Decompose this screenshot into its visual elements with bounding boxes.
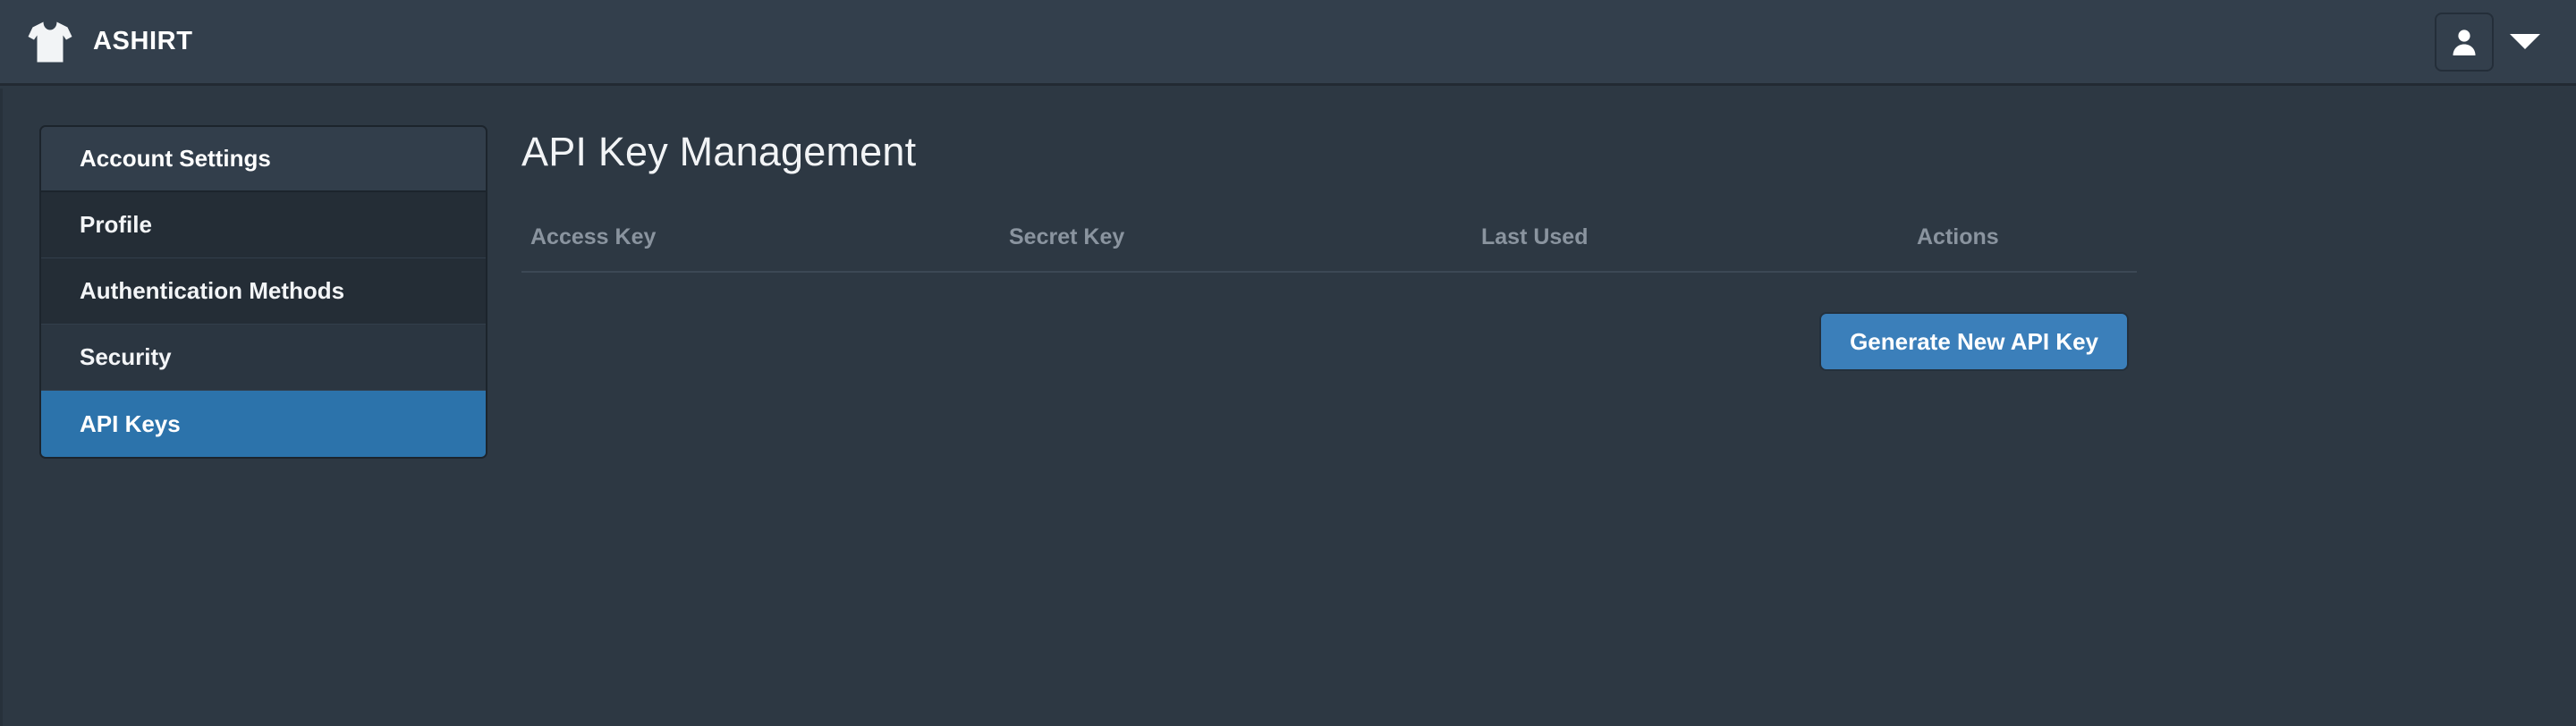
sidebar-item-label: Profile (80, 211, 152, 238)
brand-name: ASHIRT (93, 27, 193, 55)
top-navigation-bar: ASHIRT (0, 0, 2576, 86)
person-icon (2449, 27, 2479, 57)
sidebar-item-label: API Keys (80, 409, 181, 437)
user-menu[interactable] (2435, 12, 2544, 72)
brand[interactable]: ASHIRT (27, 21, 193, 63)
sidebar-item-security[interactable]: Security (41, 325, 486, 391)
table-header-row: Access Key Secret Key Last Used Actions (521, 224, 2137, 273)
account-settings-sidebar: Account Settings Profile Authentication … (39, 125, 487, 459)
sidebar-item-label: Authentication Methods (80, 277, 345, 304)
api-keys-table: Access Key Secret Key Last Used Actions (521, 224, 2137, 273)
sidebar-item-api-keys[interactable]: API Keys (41, 391, 486, 457)
column-header-last-used: Last Used (1481, 224, 1917, 273)
column-header-access-key: Access Key (521, 224, 1009, 273)
column-header-actions: Actions (1917, 224, 2137, 273)
tshirt-icon (27, 21, 73, 63)
page-title: API Key Management (521, 129, 917, 174)
sidebar-header: Account Settings (41, 127, 486, 192)
chevron-down-icon[interactable] (2510, 34, 2540, 49)
avatar[interactable] (2435, 12, 2494, 72)
column-header-secret-key: Secret Key (1009, 224, 1481, 273)
sidebar-item-profile[interactable]: Profile (41, 192, 486, 258)
main-content: API Key Management Access Key Secret Key… (521, 89, 2158, 371)
sidebar-item-authentication-methods[interactable]: Authentication Methods (41, 258, 486, 325)
api-keys-table-head: Access Key Secret Key Last Used Actions (521, 224, 2137, 273)
table-actions-row: Generate New API Key (521, 312, 2137, 371)
generate-new-api-key-button[interactable]: Generate New API Key (1819, 312, 2129, 371)
sidebar-item-label: Security (80, 343, 172, 370)
page-body: Account Settings Profile Authentication … (0, 89, 2576, 726)
